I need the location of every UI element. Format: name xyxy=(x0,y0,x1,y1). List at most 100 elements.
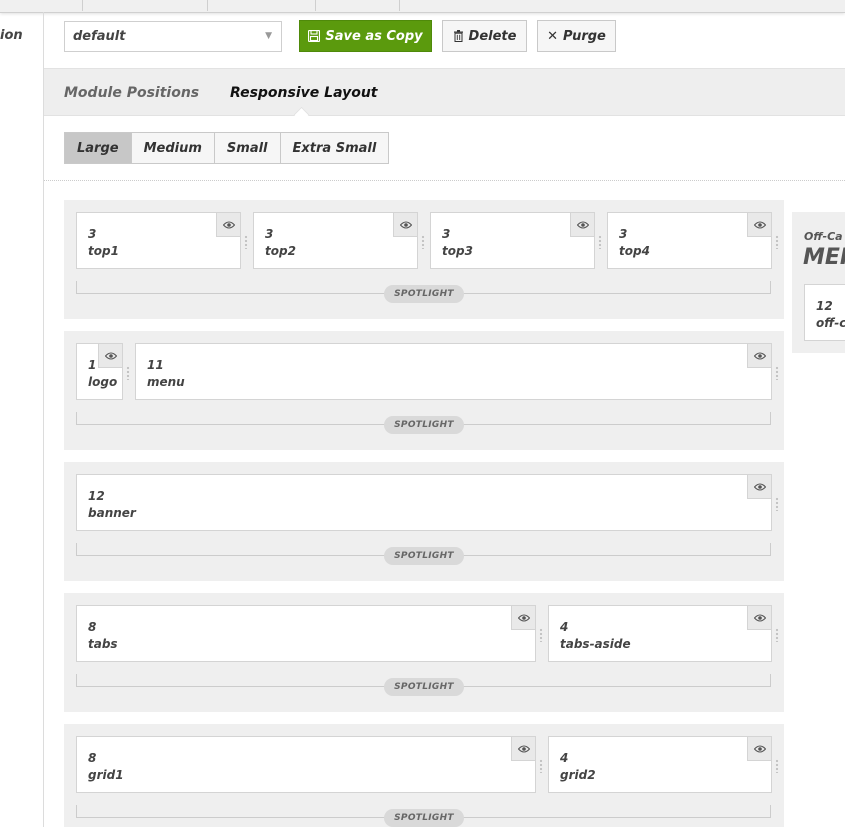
spotlight-section: 3 top1 3 top2 3 top3 3 top4 SPOTLIGHT xyxy=(64,200,784,319)
eye-icon[interactable] xyxy=(747,737,771,761)
block-name: tabs xyxy=(88,637,118,651)
device-small-button[interactable]: Small xyxy=(214,133,281,163)
drag-handle[interactable] xyxy=(598,235,602,249)
block-width: 4 xyxy=(560,751,569,765)
eye-icon[interactable] xyxy=(511,737,535,761)
position-block[interactable]: 3 top4 xyxy=(607,212,779,269)
top-tab-fragment[interactable] xyxy=(237,0,316,11)
delete-button[interactable]: Delete xyxy=(442,20,527,52)
section-label[interactable]: SPOTLIGHT xyxy=(384,809,464,827)
device-large-button[interactable]: Large xyxy=(65,133,132,163)
block-name: menu xyxy=(147,375,185,389)
section-label[interactable]: SPOTLIGHT xyxy=(384,285,464,303)
position-block[interactable]: 3 top3 xyxy=(430,212,602,269)
close-icon: ✕ xyxy=(547,28,559,44)
drag-handle[interactable] xyxy=(244,235,248,249)
block-width: 12 xyxy=(88,489,105,503)
layout-tabs-bar: Module Positions Responsive Layout xyxy=(44,68,845,123)
block-width: 12 xyxy=(816,299,833,313)
drag-handle[interactable] xyxy=(775,497,779,511)
block-name: grid1 xyxy=(88,768,124,782)
block-width: 4 xyxy=(560,620,569,634)
device-medium-button[interactable]: Medium xyxy=(131,133,215,163)
section-label[interactable]: SPOTLIGHT xyxy=(384,547,464,565)
block-name: off-c xyxy=(816,316,845,330)
block-name: tabs-aside xyxy=(560,637,631,651)
top-tab-fragment[interactable] xyxy=(0,0,83,11)
spotlight-section: 8 grid1 4 grid2 SPOTLIGHT xyxy=(64,724,784,827)
eye-icon[interactable] xyxy=(747,213,771,237)
drag-handle[interactable] xyxy=(775,366,779,380)
block-width: 3 xyxy=(88,227,97,241)
eye-icon[interactable] xyxy=(216,213,240,237)
spotlight-section: 8 tabs 4 tabs-aside SPOTLIGHT xyxy=(64,593,784,712)
drag-handle[interactable] xyxy=(775,759,779,773)
top-tab-fragment[interactable] xyxy=(324,0,400,11)
offcanvas-heading: MEI xyxy=(803,245,845,270)
floppy-disk-icon xyxy=(308,30,321,42)
eye-icon[interactable] xyxy=(511,606,535,630)
offcanvas-title: Off-Ca xyxy=(804,230,843,243)
block-width: 1 xyxy=(88,358,97,372)
top-toolbar-edge xyxy=(0,0,845,13)
block-width: 3 xyxy=(442,227,451,241)
block-name: top2 xyxy=(265,244,296,258)
spotlight-section: 12 banner SPOTLIGHT xyxy=(64,462,784,581)
block-name: top3 xyxy=(442,244,473,258)
drag-handle[interactable] xyxy=(126,366,130,380)
eye-icon[interactable] xyxy=(747,606,771,630)
block-width: 8 xyxy=(88,751,97,765)
layout-select-value: default xyxy=(73,29,126,44)
position-block[interactable]: 3 top2 xyxy=(253,212,425,269)
eye-icon[interactable] xyxy=(393,213,417,237)
position-block[interactable]: 1 logo xyxy=(76,343,130,400)
position-block[interactable]: 4 grid2 xyxy=(548,736,779,793)
sidebar-divider xyxy=(43,12,44,827)
position-block[interactable]: 8 grid1 xyxy=(76,736,543,793)
device-extra-small-button[interactable]: Extra Small xyxy=(280,133,389,163)
eye-icon[interactable] xyxy=(98,344,122,368)
eye-icon[interactable] xyxy=(570,213,594,237)
drag-handle[interactable] xyxy=(539,759,543,773)
layout-select[interactable]: default ▼ xyxy=(64,21,282,52)
position-block[interactable]: 3 top1 xyxy=(76,212,248,269)
purge-button[interactable]: ✕ Purge xyxy=(537,20,616,52)
position-block[interactable]: 4 tabs-aside xyxy=(548,605,779,662)
drag-handle[interactable] xyxy=(775,235,779,249)
block-name: top4 xyxy=(619,244,650,258)
block-width: 11 xyxy=(147,358,164,372)
position-block[interactable]: 12 off-c xyxy=(804,284,845,341)
divider xyxy=(44,180,845,181)
sidebar-label: ion xyxy=(0,28,23,43)
active-tab-pointer xyxy=(293,106,310,123)
save-as-copy-label: Save as Copy xyxy=(325,28,423,44)
top-tab-fragment[interactable] xyxy=(82,0,208,11)
section-label[interactable]: SPOTLIGHT xyxy=(384,678,464,696)
position-block[interactable]: 8 tabs xyxy=(76,605,543,662)
delete-label: Delete xyxy=(468,28,517,44)
section-label[interactable]: SPOTLIGHT xyxy=(384,416,464,434)
block-name: banner xyxy=(88,506,136,520)
save-as-copy-button[interactable]: Save as Copy xyxy=(299,20,432,52)
device-switcher: Large Medium Small Extra Small xyxy=(64,132,390,164)
eye-icon[interactable] xyxy=(747,344,771,368)
block-name: logo xyxy=(88,375,118,389)
drag-handle[interactable] xyxy=(539,628,543,642)
block-name: grid2 xyxy=(560,768,596,782)
chevron-down-icon: ▼ xyxy=(265,31,272,41)
block-width: 8 xyxy=(88,620,97,634)
position-block[interactable]: 11 menu xyxy=(135,343,779,400)
block-name: top1 xyxy=(88,244,119,258)
drag-handle[interactable] xyxy=(421,235,425,249)
drag-handle[interactable] xyxy=(775,628,779,642)
tab-module-positions[interactable]: Module Positions xyxy=(64,85,199,101)
block-width: 3 xyxy=(265,227,274,241)
position-block[interactable]: 12 banner xyxy=(76,474,779,531)
trash-icon xyxy=(453,30,463,42)
tab-responsive-layout[interactable]: Responsive Layout xyxy=(230,85,378,101)
eye-icon[interactable] xyxy=(747,475,771,499)
offcanvas-section: Off-Ca MEI 12 off-c xyxy=(792,212,845,353)
purge-label: Purge xyxy=(563,28,606,44)
spotlight-section: 1 logo 11 menu SPOTLIGHT xyxy=(64,331,784,450)
block-width: 3 xyxy=(619,227,628,241)
